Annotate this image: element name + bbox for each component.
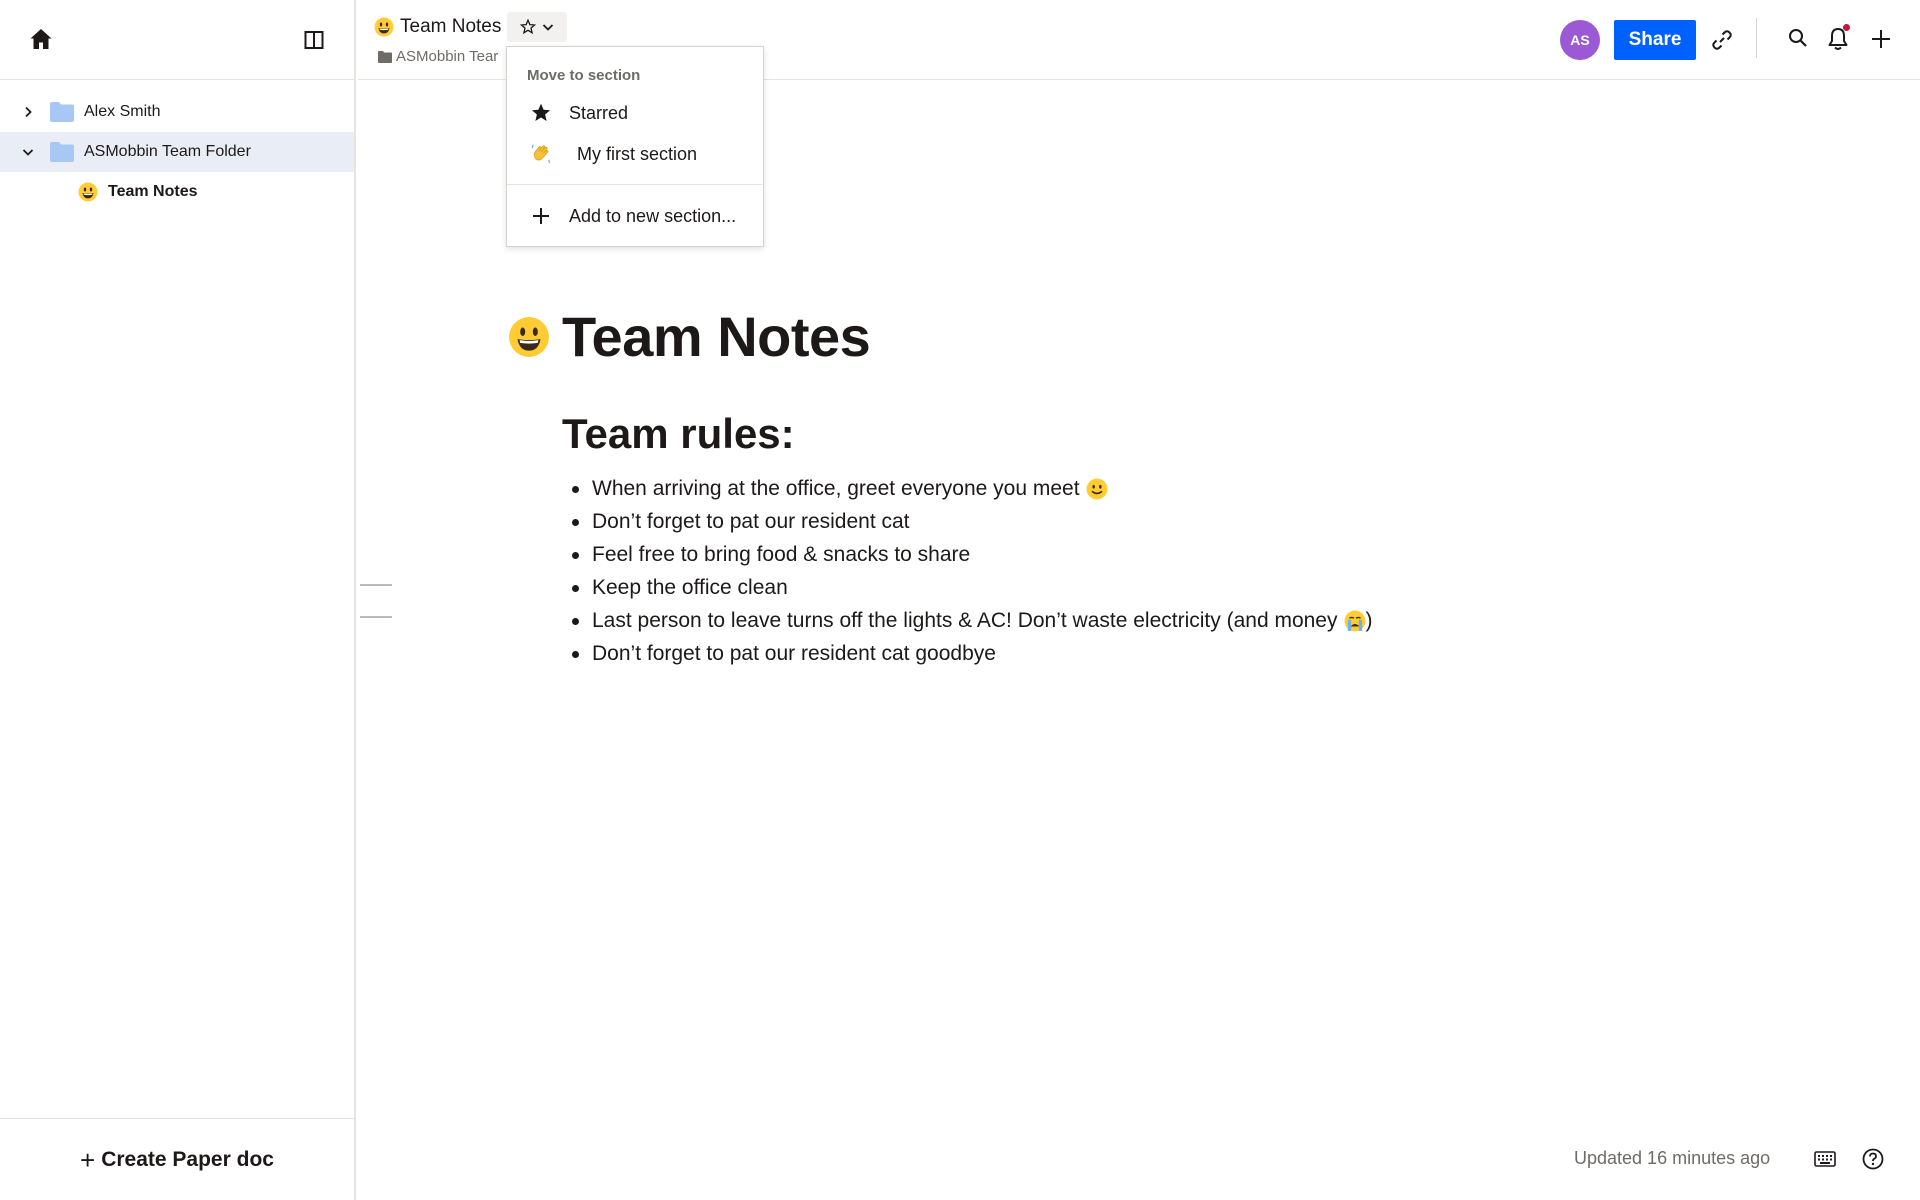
menu-item-label: My first section bbox=[577, 143, 698, 164]
chevron-down-icon bbox=[543, 24, 554, 31]
smiling-face-icon bbox=[1086, 478, 1107, 499]
crying-face-icon bbox=[1344, 610, 1365, 631]
toggle-sidebar-button[interactable] bbox=[300, 26, 328, 54]
create-paper-doc-button[interactable]: + Create Paper doc bbox=[80, 1147, 274, 1173]
menu-item-starred[interactable]: Starred bbox=[507, 95, 763, 131]
menu-item-add-new-section[interactable]: Add to new section... bbox=[507, 198, 763, 234]
star-icon bbox=[529, 101, 553, 125]
chevron-down-icon[interactable] bbox=[20, 144, 36, 160]
plus-icon bbox=[1872, 30, 1890, 48]
breadcrumb-label: ASMobbin Tear bbox=[396, 48, 499, 65]
list-item[interactable]: Don’t forget to pat our resident cat goo… bbox=[572, 637, 1373, 670]
folder-icon bbox=[50, 142, 74, 162]
move-to-section-menu: Move to section Starred My first section… bbox=[506, 46, 764, 247]
notifications-button[interactable] bbox=[1824, 24, 1852, 54]
toolbar-divider bbox=[1756, 18, 1757, 58]
list-item-text: When arriving at the office, greet every… bbox=[592, 477, 1080, 500]
doc-title[interactable]: Team Notes bbox=[400, 16, 501, 38]
sidebar-panel-icon bbox=[304, 31, 324, 49]
create-paper-doc-label: Create Paper doc bbox=[101, 1147, 274, 1171]
list-item-text: Keep the office clean bbox=[592, 576, 788, 599]
copy-link-button[interactable] bbox=[1708, 26, 1736, 54]
last-updated-status: Updated 16 minutes ago bbox=[1574, 1148, 1771, 1168]
search-button[interactable] bbox=[1784, 24, 1812, 52]
doc-title-row: Team Notes bbox=[374, 12, 568, 42]
star-outline-icon bbox=[520, 19, 537, 35]
list-item-text: Feel free to bring food & snacks to shar… bbox=[592, 543, 971, 566]
menu-item-my-first-section[interactable]: My first section bbox=[507, 136, 763, 172]
avatar[interactable]: AS bbox=[1560, 20, 1600, 60]
tree-item-alex-smith[interactable]: Alex Smith bbox=[0, 92, 354, 132]
drag-handle[interactable] bbox=[360, 584, 392, 586]
menu-item-label: Starred bbox=[569, 102, 629, 123]
search-icon bbox=[1789, 29, 1807, 47]
menu-item-label: Add to new section... bbox=[569, 205, 737, 226]
list-item[interactable]: Last person to leave turns off the light… bbox=[572, 604, 1373, 637]
sidebar-footer: + Create Paper doc bbox=[0, 1118, 354, 1200]
list-item-text: Don’t forget to pat our resident cat bbox=[592, 510, 910, 533]
list-item[interactable]: When arriving at the office, greet every… bbox=[572, 472, 1373, 505]
menu-header: Move to section bbox=[527, 67, 641, 84]
rules-list: When arriving at the office, greet every… bbox=[572, 472, 1373, 670]
list-item[interactable]: Feel free to bring food & snacks to shar… bbox=[572, 538, 1373, 571]
waving-hand-icon bbox=[529, 142, 553, 166]
tree-item-asmobbin-team-folder[interactable]: ASMobbin Team Folder bbox=[0, 132, 354, 172]
notification-dot bbox=[1843, 24, 1850, 31]
breadcrumb[interactable]: ASMobbin Tear bbox=[378, 48, 498, 65]
tree-item-label: ASMobbin Team Folder bbox=[84, 143, 251, 160]
sidebar-header bbox=[0, 0, 354, 80]
tree-item-team-notes[interactable]: Team Notes bbox=[0, 172, 354, 212]
tree-item-label: Team Notes bbox=[108, 183, 198, 200]
section-heading[interactable]: Team rules: bbox=[562, 410, 795, 458]
sidebar: Alex Smith ASMobbin Team Folder Team Not… bbox=[0, 0, 356, 1200]
home-button[interactable] bbox=[26, 24, 56, 54]
list-item[interactable]: Don’t forget to pat our resident cat bbox=[572, 505, 1373, 538]
drag-handle[interactable] bbox=[360, 616, 392, 618]
plus-icon bbox=[529, 204, 553, 228]
help-button[interactable] bbox=[1860, 1146, 1886, 1172]
star-section-button[interactable] bbox=[507, 12, 568, 42]
grinning-emoji-icon[interactable] bbox=[508, 316, 550, 358]
plus-icon: + bbox=[80, 1144, 96, 1175]
share-button[interactable]: Share bbox=[1614, 20, 1696, 60]
keyboard-icon bbox=[1814, 1151, 1836, 1167]
list-item[interactable]: Keep the office clean bbox=[572, 571, 1373, 604]
link-icon bbox=[1712, 30, 1732, 50]
document-area: Team Notes Team rules: When arriving at … bbox=[358, 82, 1920, 1200]
keyboard-shortcuts-button[interactable] bbox=[1812, 1146, 1838, 1172]
folder-icon bbox=[50, 102, 74, 122]
help-icon bbox=[1862, 1148, 1884, 1170]
folder-icon bbox=[378, 50, 392, 63]
list-item-text: Last person to leave turns off the light… bbox=[592, 609, 1338, 632]
tree-item-label: Alex Smith bbox=[84, 103, 161, 120]
chevron-right-icon[interactable] bbox=[20, 104, 36, 120]
menu-divider bbox=[507, 184, 763, 185]
home-icon bbox=[30, 29, 52, 49]
folder-tree: Alex Smith ASMobbin Team Folder Team Not… bbox=[0, 92, 354, 212]
list-item-suffix: ) bbox=[1365, 609, 1373, 632]
new-item-button[interactable] bbox=[1866, 24, 1896, 54]
doc-title-heading[interactable]: Team Notes bbox=[562, 304, 871, 369]
doc-heading: Team Notes bbox=[508, 304, 871, 369]
list-item-text: Don’t forget to pat our resident cat goo… bbox=[592, 642, 996, 665]
grinning-emoji-icon bbox=[78, 182, 98, 202]
grinning-emoji-icon bbox=[374, 17, 394, 37]
